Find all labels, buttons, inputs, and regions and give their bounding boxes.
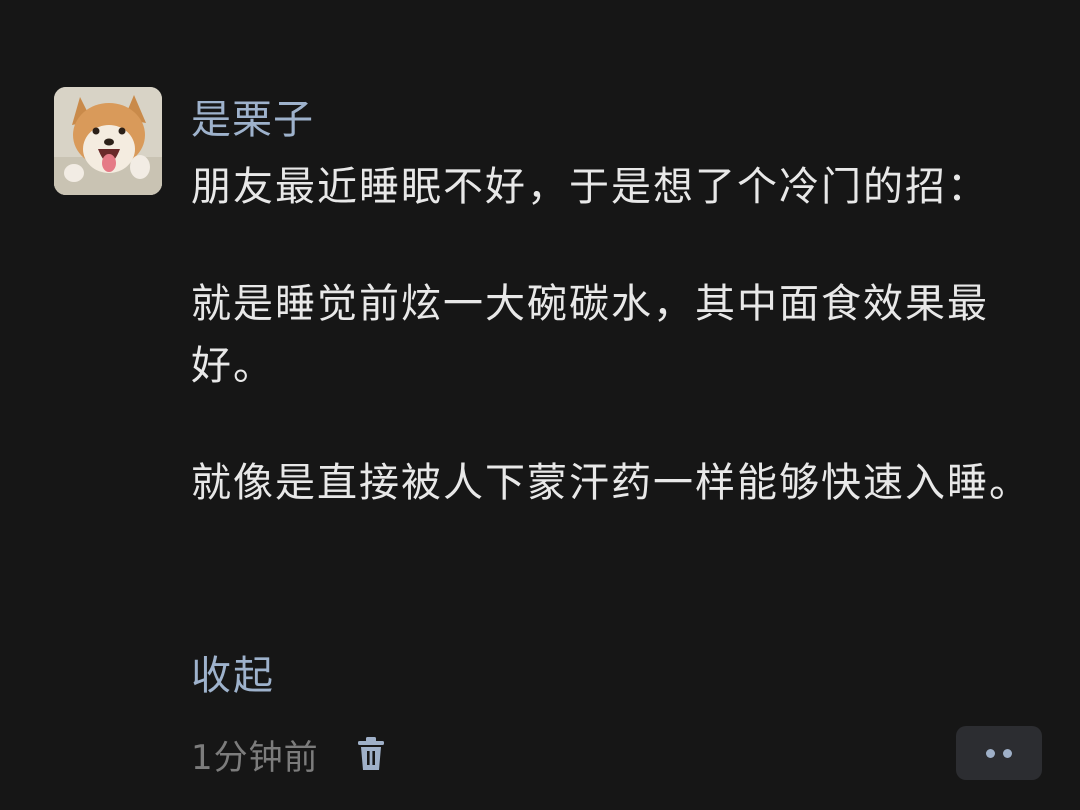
timestamp: 1分钟前 (191, 737, 319, 778)
delete-button[interactable] (355, 735, 387, 773)
comment-paragraph: 朋友最近睡眠不好，于是想了个冷门的招： (191, 164, 989, 210)
shiba-dog-avatar-icon (54, 87, 162, 195)
comment-item: 是栗子 朋友最近睡眠不好，于是想了个冷门的招： 就是睡觉前炫一大碗碳水，其中面食… (0, 0, 1080, 810)
avatar[interactable] (54, 87, 162, 195)
comment-meta: 1分钟前 (191, 728, 387, 780)
comment-paragraph: 就像是直接被人下蒙汗药一样能够快速入睡。 (191, 460, 1031, 506)
comment-body: 朋友最近睡眠不好，于是想了个冷门的招： 就是睡觉前炫一大碗碳水，其中面食效果最好… (191, 156, 1031, 514)
collapse-link[interactable]: 收起 (191, 648, 275, 704)
trash-icon (357, 737, 384, 770)
comment-paragraph: 就是睡觉前炫一大碗碳水，其中面食效果最好。 (191, 281, 989, 389)
username[interactable]: 是栗子 (191, 92, 314, 148)
more-dots-icon (982, 748, 1016, 758)
more-button[interactable] (956, 726, 1042, 780)
